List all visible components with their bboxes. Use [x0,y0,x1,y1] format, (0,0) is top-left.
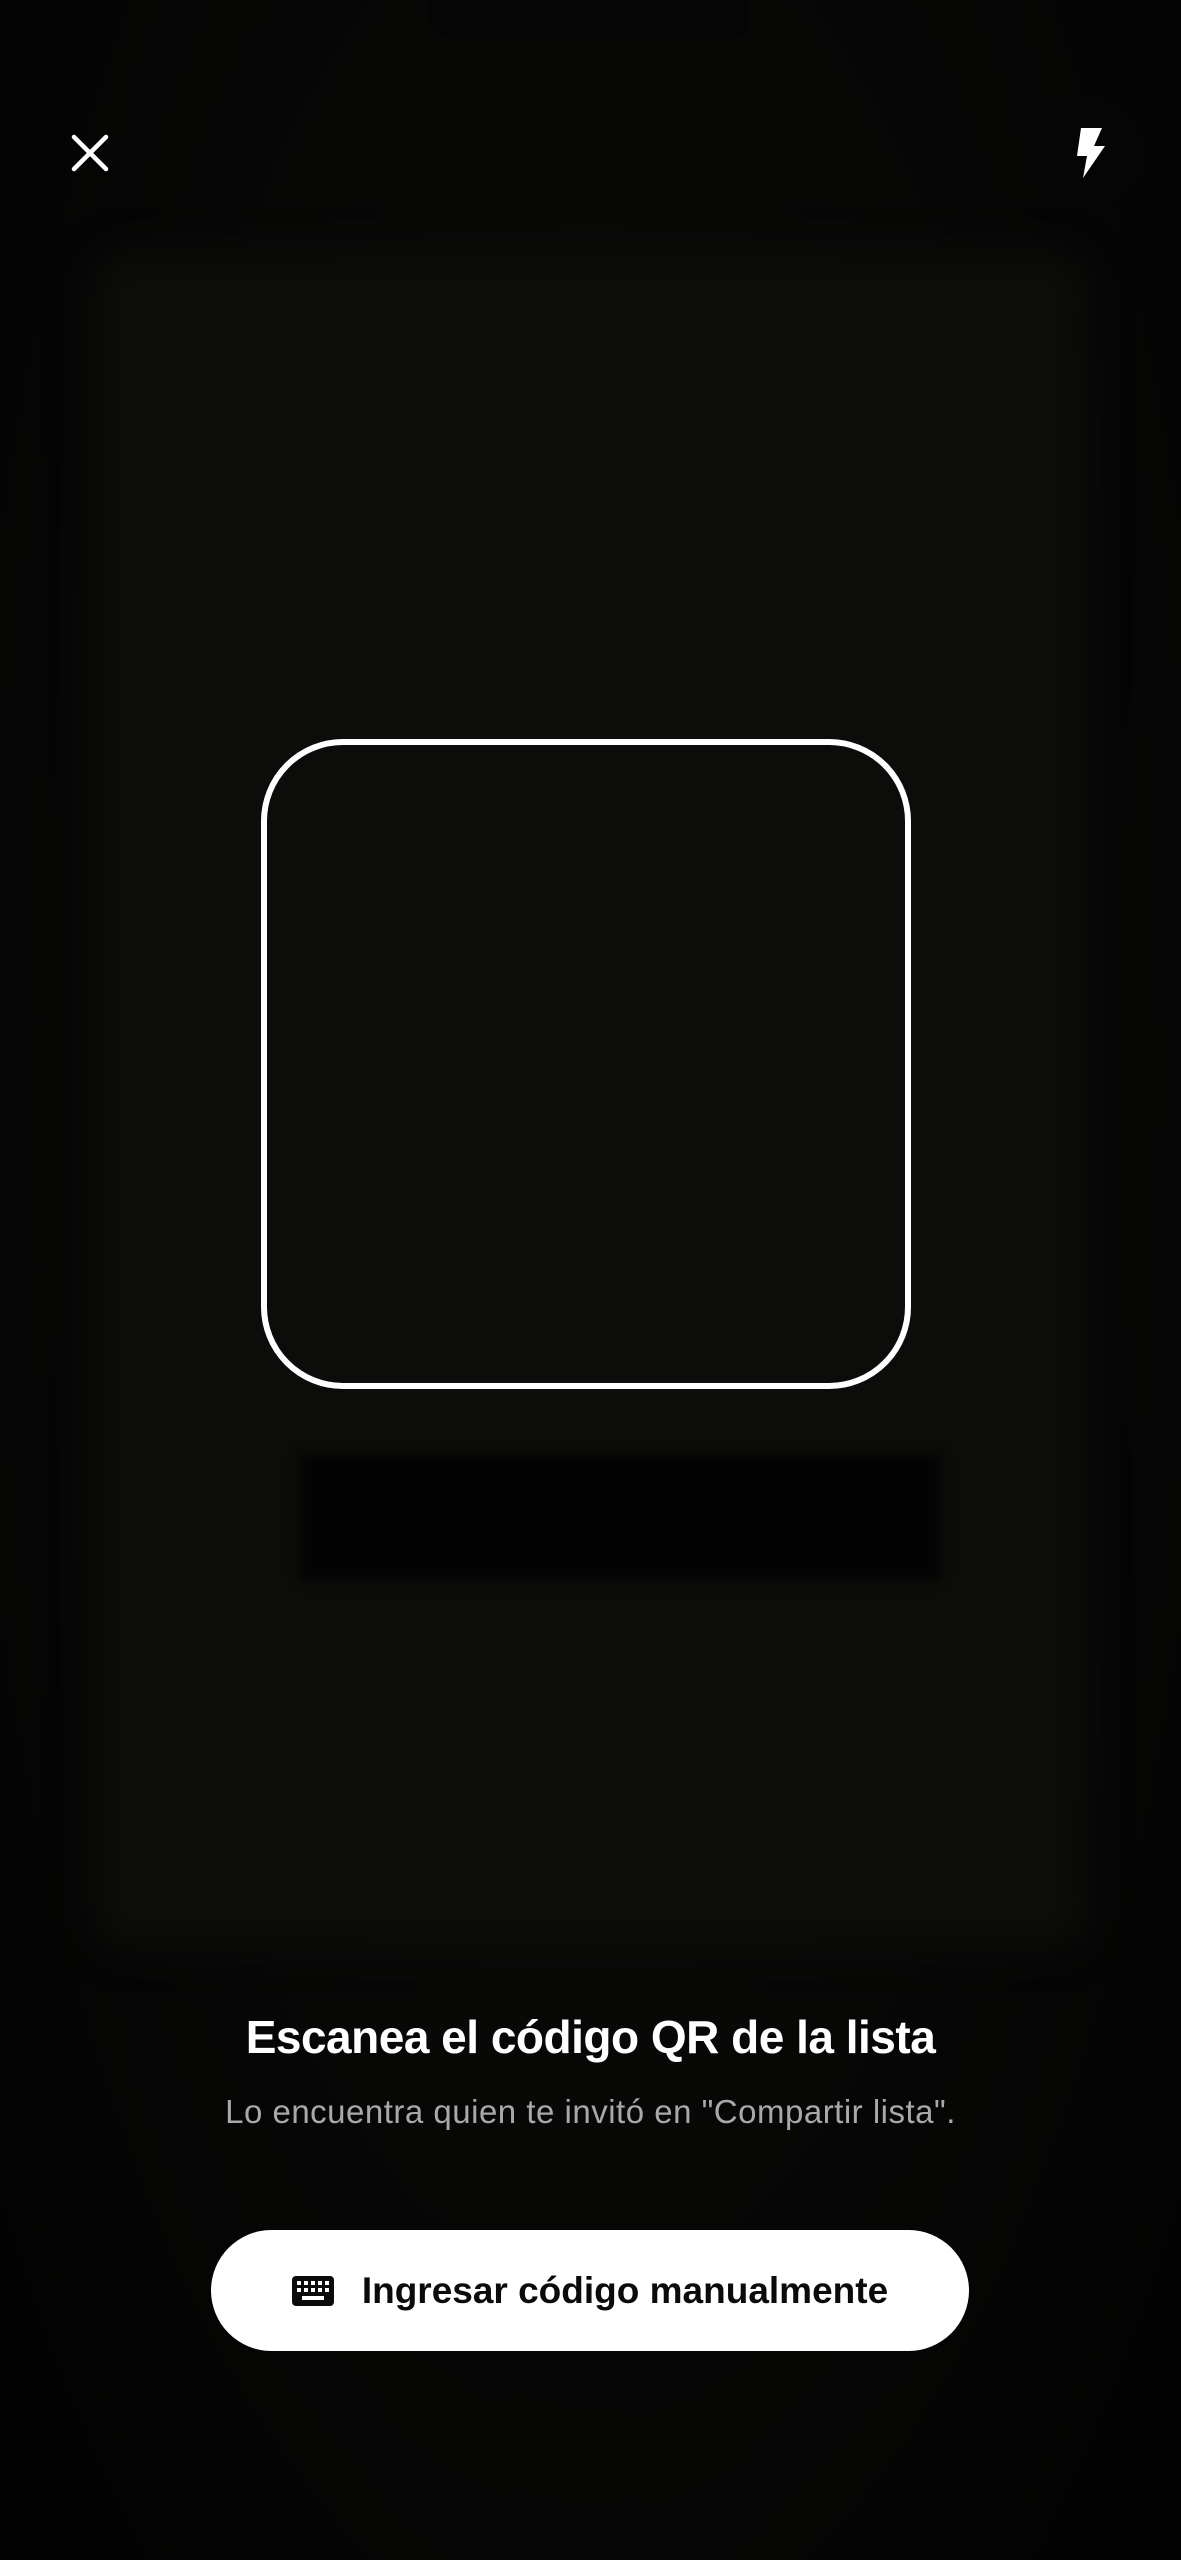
flash-toggle-button[interactable] [1033,96,1147,210]
qr-scanner-screen: Escanea el código QR de la lista Lo encu… [0,0,1181,2560]
status-bar-notch [430,0,750,40]
camera-feed-shadow [300,1455,940,1580]
close-icon [71,134,109,172]
flash-icon [1077,128,1105,178]
close-button[interactable] [52,115,128,191]
qr-scan-frame [261,739,911,1389]
scan-instructions-title: Escanea el código QR de la lista [245,2011,936,2063]
keyboard-icon [291,2275,334,2306]
scan-instructions-subtitle: Lo encuentra quien te invitó en "Compart… [225,2093,956,2130]
enter-code-manually-button[interactable]: Ingresar código manualmente [211,2230,969,2351]
enter-code-manually-label: Ingresar código manualmente [361,2269,889,2311]
